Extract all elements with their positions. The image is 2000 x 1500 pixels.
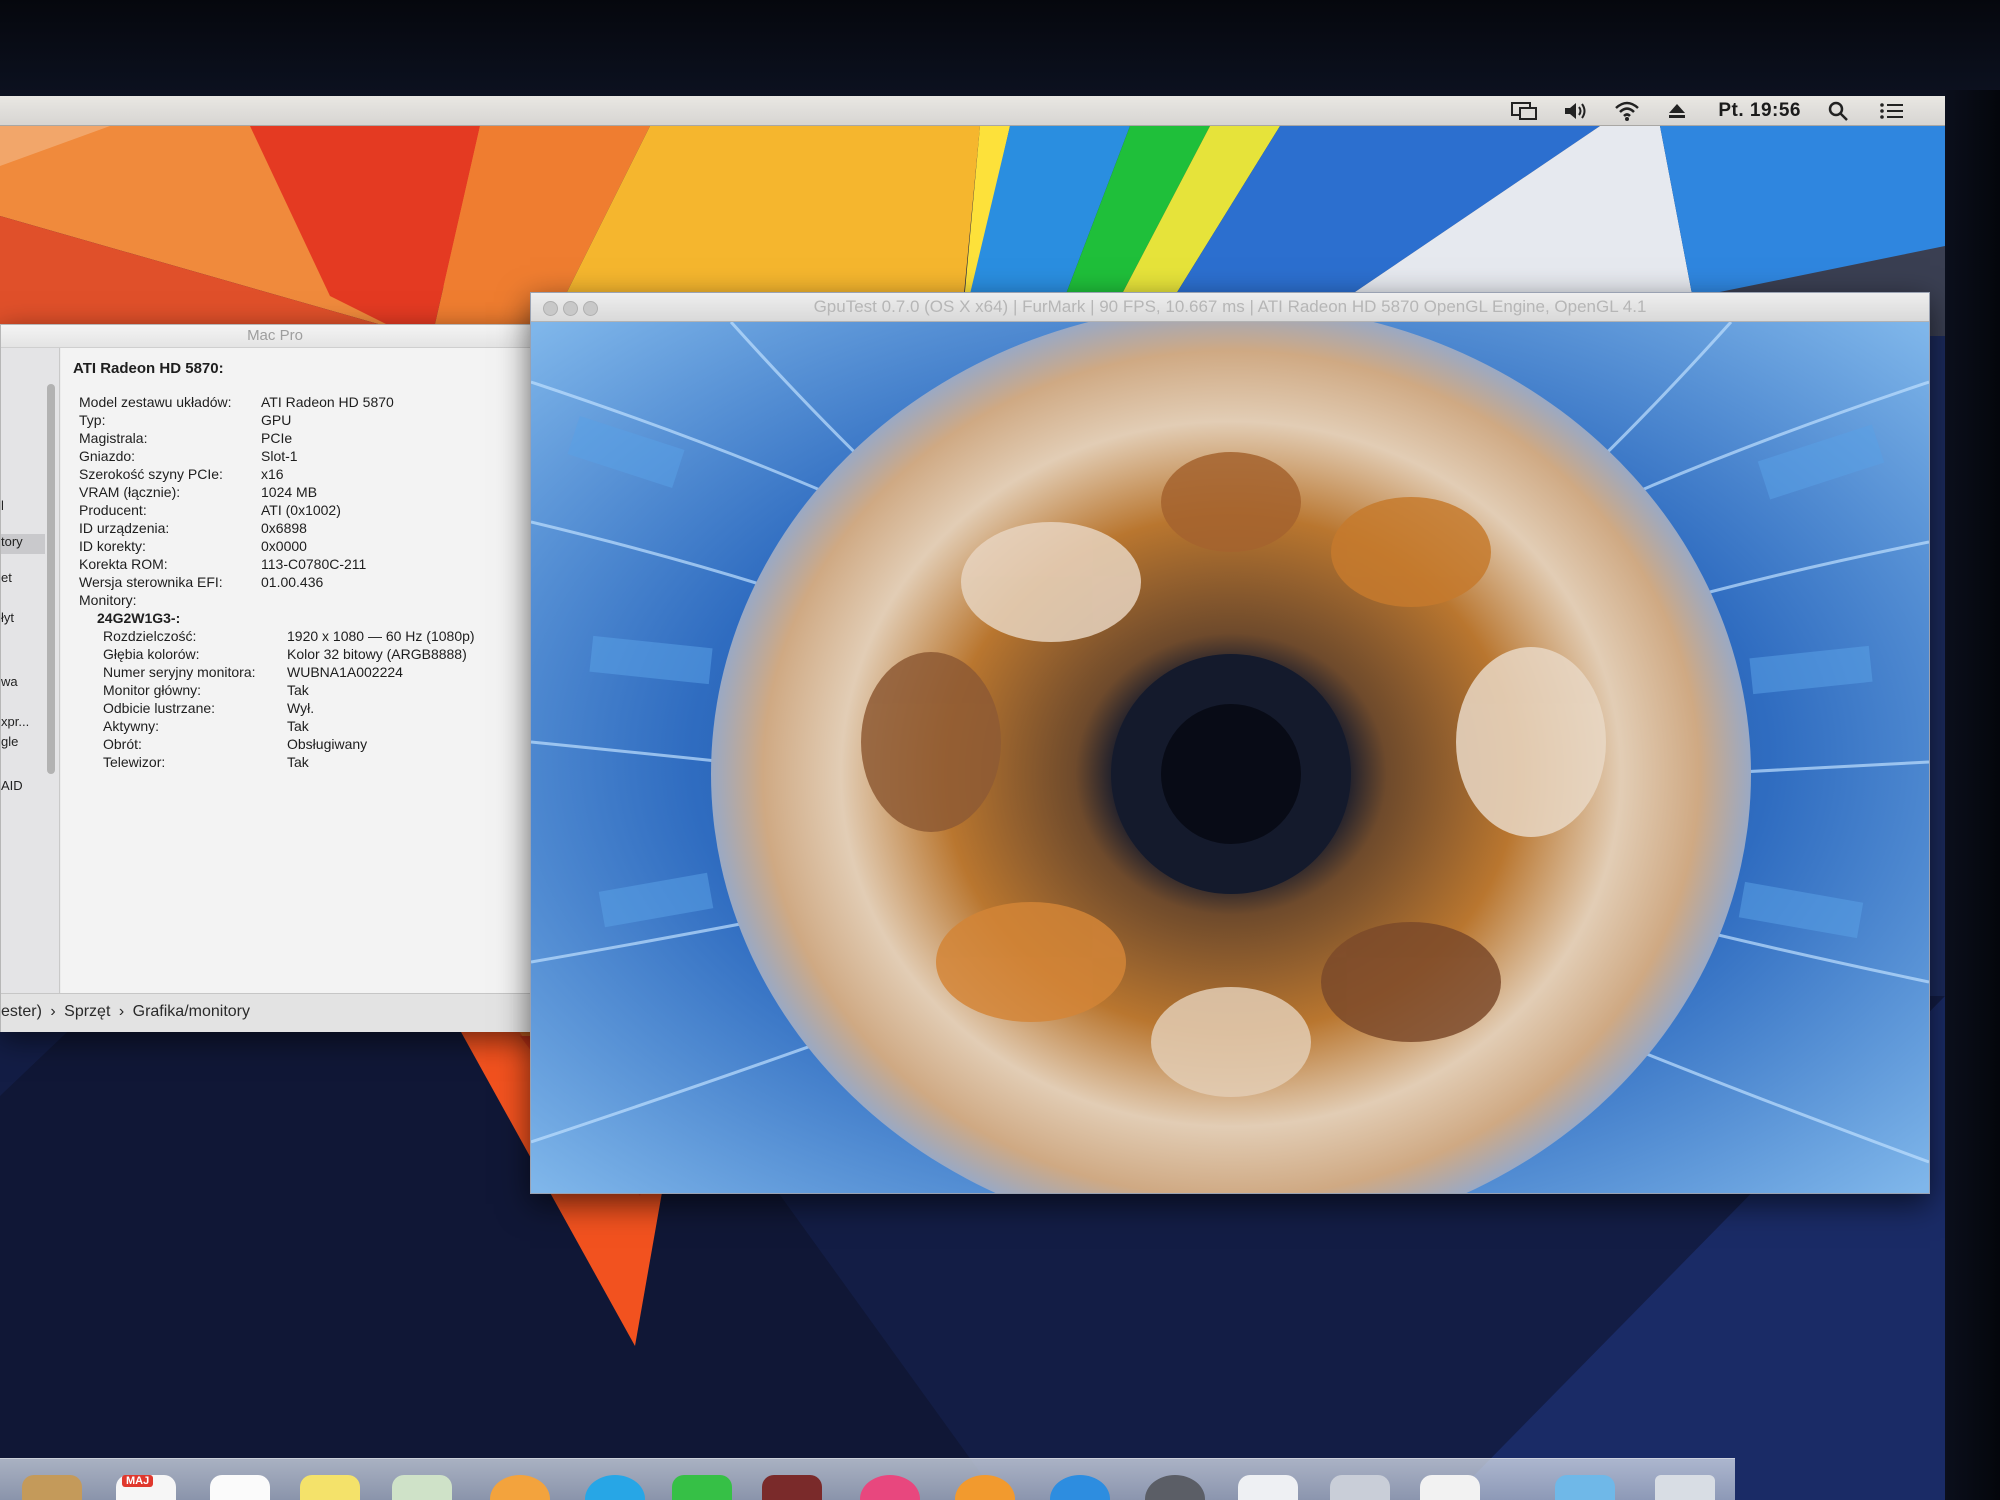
screen: Pt. 19:56 Mac Pro l tory et łyt wa xpr..…	[0, 96, 1945, 1500]
calendar-month-badge: MAJ	[122, 1475, 154, 1487]
notes-icon[interactable]	[210, 1475, 270, 1500]
property-key: Typ:	[79, 412, 106, 428]
sidebar-item[interactable]: AID	[1, 778, 45, 798]
property-value: 0x0000	[261, 538, 307, 554]
property-key: Wersja sterownika EFI:	[79, 574, 223, 590]
gputest-window[interactable]: GpuTest 0.7.0 (OS X x64) | FurMark | 90 …	[530, 292, 1930, 1194]
textedit-icon[interactable]	[1420, 1475, 1480, 1500]
photo-booth-icon[interactable]	[762, 1475, 822, 1500]
monitor-bezel-right	[1945, 90, 2000, 1500]
system-information-window[interactable]: Mac Pro l tory et łyt wa xpr... gle AID …	[0, 324, 550, 1032]
property-key: Obrót:	[103, 736, 142, 752]
property-value: Tak	[287, 682, 309, 698]
property-value: 01.00.436	[261, 574, 324, 590]
sidebar-item[interactable]: et	[1, 570, 45, 590]
property-value: Slot-1	[261, 448, 298, 464]
wifi-icon[interactable]	[1614, 100, 1640, 122]
eject-icon[interactable]	[1666, 100, 1692, 122]
sidebar-item[interactable]: gle	[1, 734, 45, 754]
property-value: ATI Radeon HD 5870	[261, 394, 394, 410]
monitor-name: 24G2W1G3-:	[97, 610, 181, 626]
device-title: ATI Radeon HD 5870:	[73, 360, 224, 377]
property-key: Głębia kolorów:	[103, 646, 200, 662]
trash-icon[interactable]	[1655, 1475, 1715, 1500]
property-key: Numer seryjny monitora:	[103, 664, 256, 680]
property-key: ID urządzenia:	[79, 520, 170, 536]
property-value: Tak	[287, 754, 309, 770]
system-preferences-icon[interactable]	[1145, 1475, 1205, 1500]
property-value: 0x6898	[261, 520, 307, 536]
automator-icon[interactable]	[1330, 1475, 1390, 1500]
breadcrumb-item[interactable]: Grafika/monitory	[133, 1003, 250, 1020]
property-value: Obsługiwany	[287, 736, 368, 752]
notification-center-icon[interactable]	[1879, 100, 1905, 122]
property-key: Monitor główny:	[103, 682, 202, 698]
sidebar-item[interactable]: wa	[1, 674, 45, 694]
folder-icon[interactable]	[1555, 1475, 1615, 1500]
property-key: Korekta ROM:	[79, 556, 168, 572]
property-key: Rozdzielczość:	[103, 628, 197, 644]
window-title: Mac Pro	[1, 325, 549, 348]
minimize-button[interactable]	[563, 301, 578, 316]
sidebar[interactable]: l tory et łyt wa xpr... gle AID	[1, 348, 60, 993]
messages-icon[interactable]	[672, 1475, 732, 1500]
menu-bar: Pt. 19:56	[0, 96, 1945, 126]
property-key: Telewizor:	[103, 754, 166, 770]
property-value: Wył.	[287, 700, 315, 716]
sidebar-scrollbar[interactable]	[47, 384, 55, 774]
breadcrumb-separator: ›	[50, 1003, 56, 1020]
menu-bar-clock[interactable]: Pt. 19:56	[1718, 100, 1801, 122]
gputest-title: GpuTest 0.7.0 (OS X x64) | FurMark | 90 …	[813, 297, 1647, 316]
stickies-icon[interactable]	[300, 1475, 360, 1500]
sidebar-item-selected[interactable]: tory	[1, 534, 45, 554]
property-key: Aktywny:	[103, 718, 160, 734]
property-value: 1920 x 1080 — 60 Hz (1080p)	[287, 628, 475, 644]
ibooks-icon[interactable]	[955, 1475, 1015, 1500]
itunes-icon[interactable]	[860, 1475, 920, 1500]
volume-icon[interactable]	[1562, 100, 1588, 122]
breadcrumb: ester) › Sprzęt › Grafika/monitory	[1, 993, 549, 1032]
property-key: Model zestawu układów:	[79, 394, 232, 410]
photos-icon[interactable]	[490, 1475, 550, 1500]
sidebar-item[interactable]: l	[1, 498, 45, 518]
breadcrumb-item[interactable]: Sprzęt	[64, 1003, 110, 1020]
property-key: Monitory:	[79, 592, 137, 608]
property-value: 113-C0780C-211	[261, 556, 367, 572]
property-key: Gniazdo:	[79, 448, 136, 464]
document-icon[interactable]	[1238, 1475, 1298, 1500]
finder-icon[interactable]	[22, 1475, 82, 1500]
zoom-button[interactable]	[583, 301, 598, 316]
property-value: Kolor 32 bitowy (ARGB8888)	[287, 646, 467, 662]
safari-icon[interactable]	[585, 1475, 645, 1500]
property-value: Tak	[287, 718, 309, 734]
property-value: ATI (0x1002)	[261, 502, 341, 518]
spotlight-search-icon[interactable]	[1827, 100, 1853, 122]
furmark-render-canvas	[531, 322, 1929, 1193]
property-value: GPU	[261, 412, 292, 428]
calendar-icon[interactable]: MAJ	[116, 1475, 176, 1500]
property-key: Magistrala:	[79, 430, 148, 446]
breadcrumb-item[interactable]: ester)	[1, 1003, 42, 1020]
property-key: Producent:	[79, 502, 147, 518]
display-mirroring-icon[interactable]	[1510, 100, 1538, 122]
property-value: WUBNA1A002224	[287, 664, 403, 680]
sidebar-item[interactable]: xpr...	[1, 714, 45, 734]
gputest-title-bar[interactable]: GpuTest 0.7.0 (OS X x64) | FurMark | 90 …	[531, 293, 1929, 322]
property-key: VRAM (łącznie):	[79, 484, 181, 500]
property-value: x16	[261, 466, 284, 482]
preview-icon[interactable]	[392, 1475, 452, 1500]
property-key: ID korekty:	[79, 538, 146, 554]
property-key: Szerokość szyny PCIe:	[79, 466, 223, 482]
property-value: PCIe	[261, 430, 293, 446]
breadcrumb-separator: ›	[118, 1003, 125, 1020]
monitor-bezel-top	[0, 0, 2000, 96]
property-value: 1024 MB	[261, 484, 318, 500]
sidebar-item[interactable]: łyt	[1, 610, 45, 630]
detail-pane: ATI Radeon HD 5870: Model zestawu układó…	[61, 348, 547, 993]
dock: MAJ	[0, 1458, 1735, 1500]
close-button[interactable]	[543, 301, 558, 316]
property-key: Odbicie lustrzane:	[103, 700, 216, 716]
app-store-icon[interactable]	[1050, 1475, 1110, 1500]
